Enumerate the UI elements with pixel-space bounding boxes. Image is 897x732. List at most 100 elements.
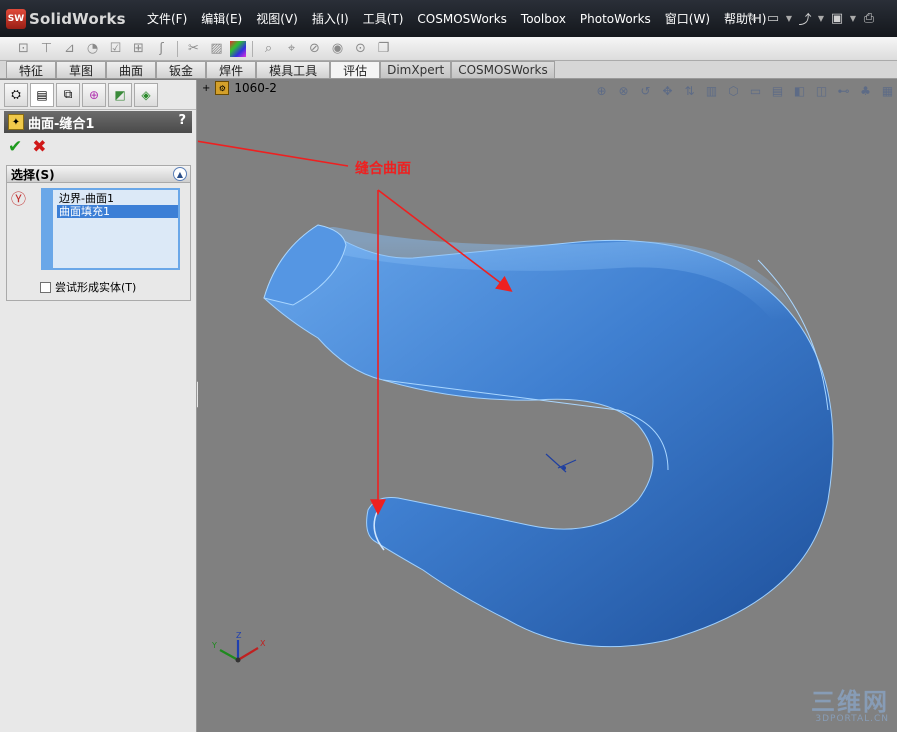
zebra-stripes-icon[interactable]: ▨ bbox=[207, 40, 226, 58]
view-triad: Y Z X bbox=[211, 631, 266, 663]
parting-line-icon[interactable]: ⊘ bbox=[305, 40, 324, 58]
model-view: Y Z X bbox=[198, 140, 834, 663]
curvature-icon[interactable] bbox=[230, 40, 246, 57]
shadows-icon[interactable]: ♣ bbox=[856, 82, 875, 100]
tab-sketch[interactable]: 草图 bbox=[56, 61, 107, 78]
tab-weldments[interactable]: 焊件 bbox=[206, 61, 257, 78]
logo-badge: SW bbox=[6, 9, 26, 29]
toolbar-separator bbox=[177, 40, 178, 57]
apply-scene-icon[interactable]: ◧ bbox=[790, 82, 809, 100]
pattern-icon[interactable]: ⊞ bbox=[129, 40, 148, 58]
part-icon: ⚙ bbox=[215, 81, 230, 95]
menu-file[interactable]: 文件(F) bbox=[140, 10, 194, 27]
part-name: 1060-2 bbox=[234, 81, 277, 95]
heads-up-view-toolbar: ⊕ ⊗ ↺ ✥ ⇅ ▥ ⬡ ▭ ▤ ◧ ◫ ⊷ ♣ ▦ bbox=[592, 82, 897, 100]
fillet-icon[interactable]: ◔ bbox=[83, 40, 102, 58]
checkbox-label: 尝试形成实体(T) bbox=[55, 281, 137, 294]
tab-evaluate[interactable]: 评估 bbox=[330, 61, 381, 78]
tab-cosmosworks[interactable]: COSMOSWorks bbox=[451, 61, 555, 78]
configuration-manager-icon[interactable]: ⧉ bbox=[56, 82, 80, 107]
feature-tree-root[interactable]: + ⚙ 1060-2 bbox=[202, 81, 277, 95]
expand-icon[interactable]: + bbox=[202, 83, 210, 94]
sweep-icon[interactable]: ⊿ bbox=[60, 40, 79, 58]
graphics-viewport[interactable]: Y Z X + ⚙ 1060-2 ⊕ ⊗ ↺ ✥ ⇅ ▥ ⬡ ▭ ▤ ◧ ◫ ⊷… bbox=[198, 80, 897, 732]
pan-icon[interactable]: ✥ bbox=[658, 82, 677, 100]
view-orientation-icon[interactable]: ⬡ bbox=[724, 82, 743, 100]
undercut-icon[interactable]: ⌖ bbox=[282, 40, 301, 58]
chevron-down-icon[interactable]: ▼ bbox=[817, 8, 825, 28]
feature-manager-icon[interactable]: ⛭ bbox=[4, 82, 28, 107]
curve-icon[interactable]: ʃ bbox=[152, 40, 171, 58]
appearance-manager-icon[interactable]: ◈ bbox=[134, 82, 158, 107]
tab-mold-tools[interactable]: 模具工具 bbox=[256, 61, 331, 78]
feature-title: 曲面-缝合1 bbox=[28, 116, 95, 132]
menu-insert[interactable]: 插入(I) bbox=[305, 10, 356, 27]
tab-dimxpert[interactable]: DimXpert bbox=[380, 61, 452, 78]
list-active-bar bbox=[43, 190, 53, 268]
selection-group: 选择(S) ▲ Ⓨ 边界-曲面1 曲面填充1 尝试形成实体(T) bbox=[6, 165, 191, 301]
menu-photoworks[interactable]: PhotoWorks bbox=[573, 12, 658, 26]
menu-view[interactable]: 视图(V) bbox=[249, 10, 305, 27]
selection-header-label: 选择(S) bbox=[11, 167, 55, 182]
menu-window[interactable]: 窗口(W) bbox=[658, 10, 717, 27]
monitor-icon[interactable]: ▦ bbox=[878, 82, 897, 100]
copy-icon[interactable]: ❐ bbox=[374, 40, 393, 58]
rotate-icon[interactable]: ⇅ bbox=[680, 82, 699, 100]
list-item[interactable]: 边界-曲面1 bbox=[57, 192, 178, 205]
check-icon[interactable]: ⊙ bbox=[351, 40, 370, 58]
hide-show-icon[interactable]: ▤ bbox=[768, 82, 787, 100]
cancel-button[interactable]: ✖ bbox=[32, 137, 46, 157]
save-icon[interactable]: ▣ bbox=[828, 8, 846, 28]
measure-icon[interactable]: ✂ bbox=[184, 40, 203, 58]
checkbox-box[interactable] bbox=[40, 281, 51, 293]
property-manager-icon[interactable]: ▤ bbox=[30, 82, 54, 107]
list-item-selected[interactable]: 曲面填充1 bbox=[57, 205, 178, 218]
menu-cosmosworks[interactable]: COSMOSWorks bbox=[410, 12, 514, 26]
edit-appearance-icon[interactable]: ⊷ bbox=[834, 82, 853, 100]
collapse-chevron-icon[interactable]: ▲ bbox=[173, 167, 187, 181]
help-button[interactable]: ? bbox=[178, 113, 186, 128]
property-manager-panel: ⛭ ▤ ⧉ ⊕ ◩ ◈ ✦ 曲面-缝合1 ? ✔ ✖ 选择(S) ▲ Ⓨ 边界-… bbox=[0, 80, 197, 732]
svg-text:Y: Y bbox=[211, 641, 217, 650]
view-settings-icon[interactable]: ◫ bbox=[812, 82, 831, 100]
tab-features[interactable]: 特征 bbox=[6, 61, 57, 78]
extrude-icon[interactable]: ⊡ bbox=[14, 40, 33, 58]
selection-header[interactable]: 选择(S) ▲ bbox=[7, 166, 190, 183]
tab-surfaces[interactable]: 曲面 bbox=[106, 61, 157, 78]
pin-icon[interactable]: ✎ bbox=[743, 8, 761, 28]
feature-title-bar: ✦ 曲面-缝合1 ? bbox=[4, 111, 192, 133]
shell-icon[interactable]: ☑ bbox=[106, 40, 125, 58]
draft-analysis-icon[interactable]: ⌕ bbox=[259, 40, 278, 58]
command-manager-tabs: 特征 草图 曲面 钣金 焊件 模具工具 评估 DimXpert COSMOSWo… bbox=[0, 61, 897, 79]
menu-edit[interactable]: 编辑(E) bbox=[194, 10, 249, 27]
display-manager-icon[interactable]: ◩ bbox=[108, 82, 132, 107]
menu-toolbox[interactable]: Toolbox bbox=[514, 12, 573, 26]
chevron-down-icon[interactable]: ▼ bbox=[785, 8, 793, 28]
display-style-icon[interactable]: ▭ bbox=[746, 82, 765, 100]
main-menu: 文件(F) 编辑(E) 视图(V) 插入(I) 工具(T) COSMOSWork… bbox=[140, 0, 773, 37]
watermark-url: 3DPORTAL.CN bbox=[815, 714, 889, 724]
new-document-icon[interactable]: ▭ bbox=[764, 8, 782, 28]
manager-tabs: ⛭ ▤ ⧉ ⊕ ◩ ◈ bbox=[0, 80, 196, 110]
open-folder-icon[interactable]: ⤴ bbox=[796, 8, 814, 28]
origin-marker bbox=[545, 453, 577, 473]
zoom-to-fit-icon[interactable]: ⊕ bbox=[592, 82, 611, 100]
revolve-icon[interactable]: ⊤ bbox=[37, 40, 56, 58]
thickness-icon[interactable]: ◉ bbox=[328, 40, 347, 58]
ok-button[interactable]: ✔ bbox=[8, 137, 22, 157]
selection-list[interactable]: 边界-曲面1 曲面填充1 bbox=[41, 188, 180, 270]
menu-tools[interactable]: 工具(T) bbox=[356, 10, 411, 27]
knitted-surface-model[interactable] bbox=[263, 224, 834, 648]
chevron-down-icon[interactable]: ▼ bbox=[849, 8, 857, 28]
dimxpert-manager-icon[interactable]: ⊕ bbox=[82, 82, 106, 107]
feature-toolbar: ⊡ ⊤ ⊿ ◔ ☑ ⊞ ʃ ✂ ▨ ⌕ ⌖ ⊘ ◉ ⊙ ❐ bbox=[0, 37, 897, 61]
zoom-to-area-icon[interactable]: ⊗ bbox=[614, 82, 633, 100]
print-icon[interactable]: ⎙ bbox=[860, 8, 878, 28]
try-form-solid-checkbox[interactable]: 尝试形成实体(T) bbox=[40, 279, 136, 295]
watermark: 三维网 3DPORTAL.CN bbox=[811, 690, 889, 724]
svg-text:X: X bbox=[260, 639, 266, 648]
section-view-icon[interactable]: ▥ bbox=[702, 82, 721, 100]
previous-view-icon[interactable]: ↺ bbox=[636, 82, 655, 100]
tab-sheet-metal[interactable]: 钣金 bbox=[156, 61, 207, 78]
quick-access-toolbar: ✎ ▭ ▼ ⤴ ▼ ▣ ▼ ⎙ bbox=[743, 8, 878, 28]
